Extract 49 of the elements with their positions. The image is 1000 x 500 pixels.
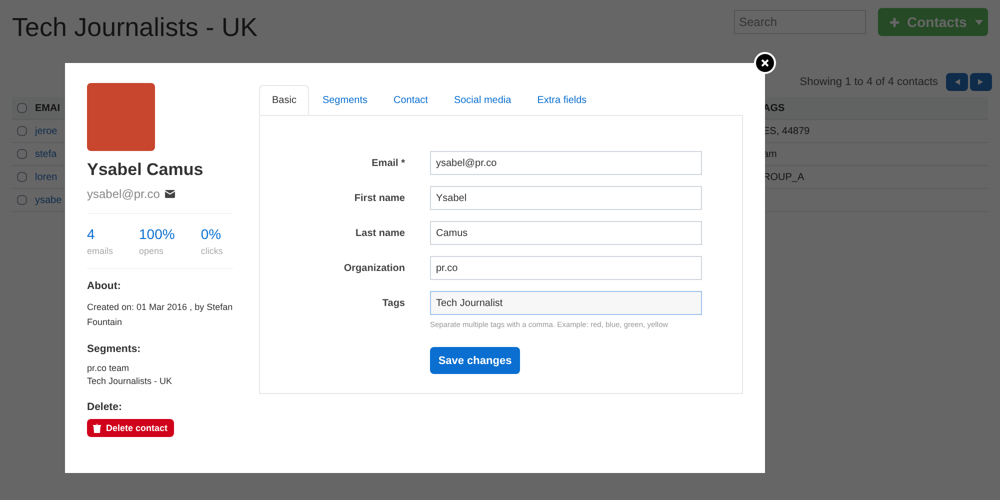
contact-name: Ysabel Camus xyxy=(87,159,204,181)
previous-page-button[interactable] xyxy=(946,73,968,91)
field-label: Organization xyxy=(342,262,405,276)
column-header: EMAI xyxy=(35,102,61,116)
about-text: Created on: 01 Mar 2016 , by Stefan Fountain xyxy=(87,300,233,329)
stat-label: opens xyxy=(139,244,165,258)
input-field[interactable]: ysabel@pr.co xyxy=(430,151,702,175)
stat-value: 4 xyxy=(87,224,96,244)
showing-count: Showing 1 to 4 of 4 contacts xyxy=(800,74,938,90)
stat-value: 100% xyxy=(139,224,175,244)
close-icon[interactable] xyxy=(754,52,776,74)
field-label: Last name xyxy=(354,227,405,241)
row-checkbox[interactable] xyxy=(17,172,27,182)
input-field[interactable]: pr.co xyxy=(430,256,702,280)
right-triangle-icon xyxy=(978,79,984,85)
caret-icon xyxy=(974,20,983,24)
trash-icon xyxy=(93,424,101,433)
tab[interactable]: Basic xyxy=(259,85,310,115)
tab[interactable]: Social media xyxy=(440,85,524,115)
segment-item: pr.co team xyxy=(87,362,130,374)
segment-item: Tech Journalists - UK xyxy=(87,374,174,388)
delete-contact-button[interactable]: Delete contact xyxy=(87,419,174,438)
photo-placeholder xyxy=(87,83,155,151)
section-heading: Delete: xyxy=(87,400,124,414)
page-title: Tech Journalists - UK xyxy=(12,11,258,44)
field-label: First name xyxy=(353,192,405,206)
input-field[interactable]: Tech Journalist xyxy=(430,291,702,315)
field-label: Tags xyxy=(381,297,405,311)
select-all-checkbox[interactable] xyxy=(17,103,27,113)
input-field[interactable]: Ysabel xyxy=(430,186,702,210)
envelope-icon[interactable] xyxy=(164,190,175,198)
row-checkbox[interactable] xyxy=(17,149,27,159)
field-label: Email * xyxy=(370,157,405,171)
input-field[interactable]: Camus xyxy=(430,221,702,245)
next-page-button[interactable] xyxy=(970,73,992,91)
tab[interactable]: Segments xyxy=(309,85,380,115)
tab[interactable]: Extra fields xyxy=(524,85,600,115)
section-heading: About: xyxy=(87,279,122,294)
tab[interactable]: Contact xyxy=(380,85,441,115)
row-checkbox[interactable] xyxy=(17,126,27,136)
contact-email: ysabel@pr.co xyxy=(87,186,160,202)
save-changes-button[interactable]: Save changes xyxy=(430,347,520,374)
stat-label: emails xyxy=(87,244,114,258)
stat-label: clicks xyxy=(200,244,223,258)
plus-icon xyxy=(890,18,899,26)
row-checkbox[interactable] xyxy=(17,195,27,205)
left-triangle-icon xyxy=(954,79,960,85)
section-heading: Segments: xyxy=(87,342,142,357)
stat-value: 0% xyxy=(200,224,222,244)
